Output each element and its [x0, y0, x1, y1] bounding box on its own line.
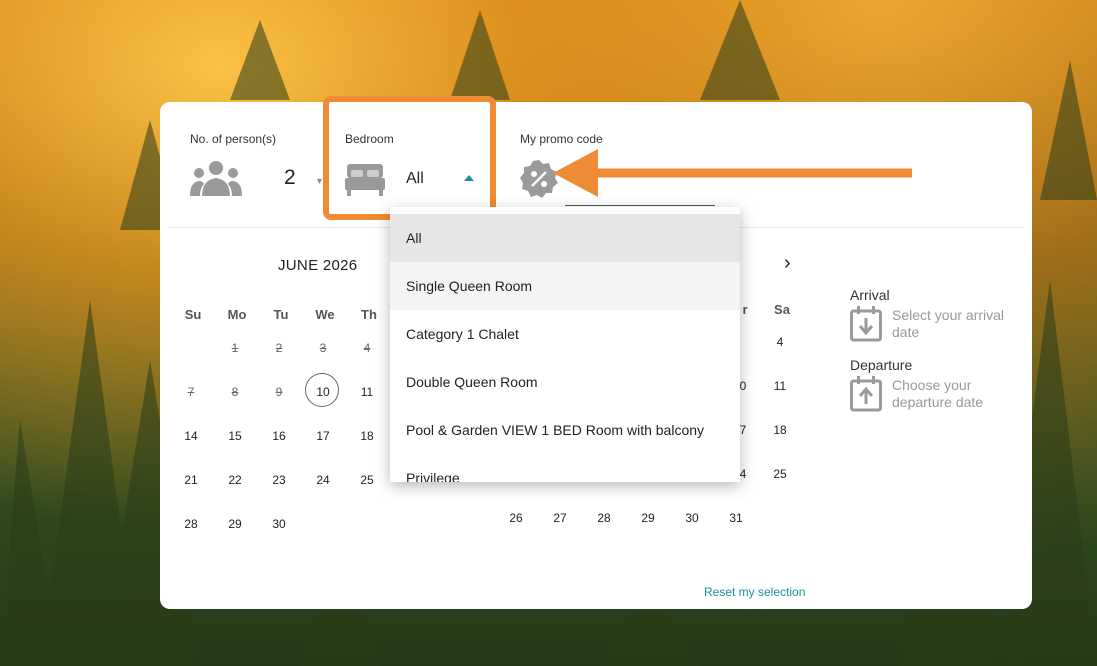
annotation-arrow-icon [553, 149, 912, 197]
